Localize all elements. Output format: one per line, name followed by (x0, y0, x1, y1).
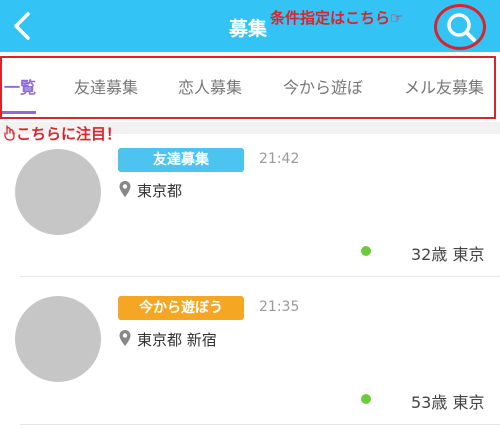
page-title: 募集 (229, 18, 268, 40)
tabbar-highlight-box (0, 56, 496, 119)
age-area-label: 53歳 東京 (411, 393, 485, 412)
online-status-dot (361, 394, 371, 404)
divider (20, 424, 500, 425)
location-pin-icon (119, 330, 131, 346)
location-pin-icon (119, 181, 131, 197)
age-area-label: 32歳 東京 (411, 245, 485, 264)
category-badge: 今から遊ぼう (118, 296, 244, 320)
online-status-dot (361, 246, 371, 256)
category-badge: 友達募集 (118, 148, 244, 172)
app-header: 募集 (0, 0, 500, 52)
avatar[interactable] (15, 149, 101, 235)
avatar[interactable] (15, 296, 101, 382)
post-time: 21:42 (259, 151, 300, 167)
post-location: 東京都 (137, 182, 183, 200)
search-highlight-circle (434, 4, 486, 50)
chevron-left-icon[interactable] (6, 8, 42, 44)
post-time: 21:35 (259, 299, 300, 315)
search-hint-annotation: 条件指定はこちら☞ (270, 9, 404, 27)
post-location: 東京都 新宿 (137, 331, 217, 349)
